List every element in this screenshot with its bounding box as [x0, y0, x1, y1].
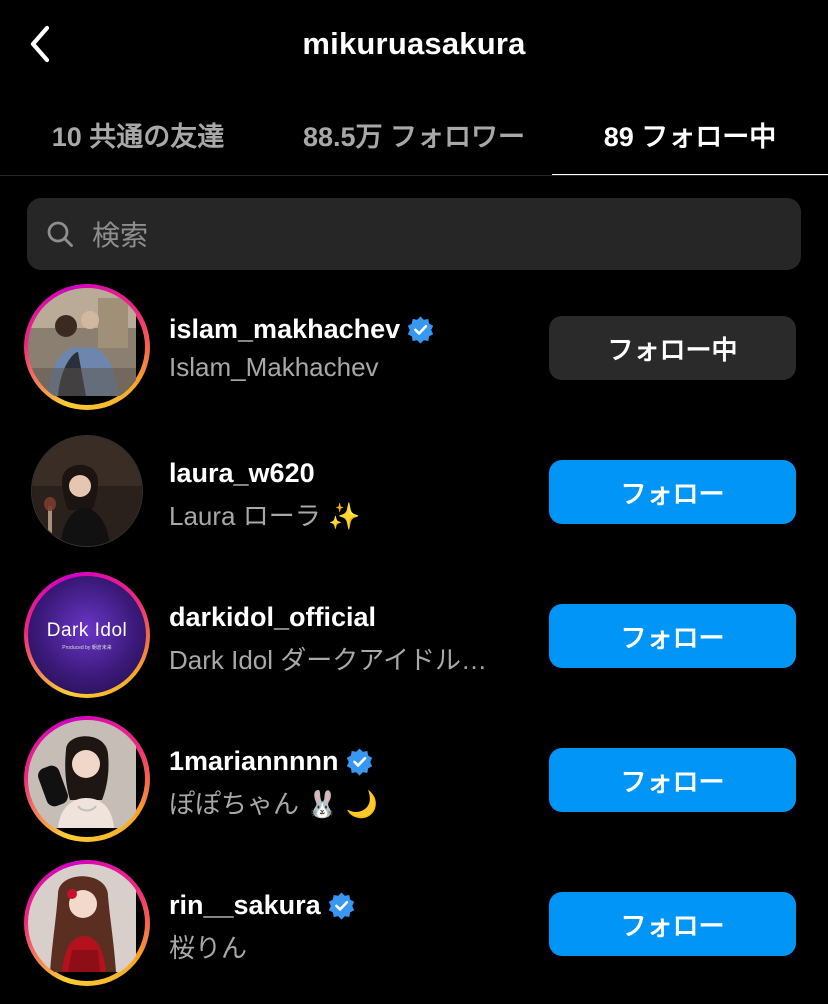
- list-item[interactable]: 1mariannnnn ぽぽちゃん 🐰 🌙 フォロー: [0, 708, 828, 852]
- avatar-photo: [31, 435, 143, 547]
- page-title: mikuruasakura: [302, 26, 526, 61]
- logo-subtext: Produced by 朝倉未来: [62, 644, 112, 651]
- dark-idol-logo: Dark Idol Produced by 朝倉未来: [28, 576, 146, 694]
- verified-badge-icon: [406, 315, 435, 344]
- tab-divider: [0, 175, 828, 176]
- full-name: Islam_Makhachev: [169, 352, 379, 382]
- follow-button[interactable]: フォロー: [549, 892, 796, 956]
- header-bar: mikuruasakura: [0, 0, 828, 92]
- username[interactable]: darkidol_official: [169, 602, 376, 633]
- avatar-photo: [28, 864, 146, 982]
- username[interactable]: islam_makhachev: [169, 314, 400, 345]
- follow-button[interactable]: フォロー: [549, 748, 796, 812]
- avatar[interactable]: Dark Idol Produced by 朝倉未来: [24, 572, 150, 698]
- avatar[interactable]: [24, 860, 150, 986]
- avatar[interactable]: [24, 428, 150, 554]
- tab-followers[interactable]: 88.5万 フォロワー: [276, 92, 552, 176]
- tab-bar: 10 共通の友達 88.5万 フォロワー 89 フォロー中: [0, 92, 828, 176]
- list-item[interactable]: islam_makhachev Islam_Makhachev フォロー中: [0, 276, 828, 420]
- following-button[interactable]: フォロー中: [549, 316, 796, 380]
- username[interactable]: rin__sakura: [169, 890, 321, 921]
- avatar-photo: [28, 720, 146, 838]
- full-name: Laura ローラ ✨: [169, 501, 361, 531]
- search-placeholder: 検索: [92, 220, 149, 251]
- full-name: ぽぽちゃん 🐰 🌙: [169, 789, 379, 819]
- verified-badge-icon: [345, 747, 374, 776]
- full-name: 桜りん: [169, 933, 248, 963]
- username[interactable]: 1mariannnnn: [169, 746, 339, 777]
- tab-following[interactable]: 89 フォロー中: [552, 92, 828, 176]
- full-name: Dark Idol ダークアイドル…: [169, 645, 487, 675]
- list-item[interactable]: Dark Idol Produced by 朝倉未来 darkidol_offi…: [0, 564, 828, 708]
- list-item[interactable]: laura_w620 Laura ローラ ✨ フォロー: [0, 420, 828, 564]
- search-input[interactable]: 検索: [27, 198, 801, 270]
- search-icon: [46, 220, 74, 248]
- avatar-photo: [28, 288, 146, 406]
- avatar[interactable]: [24, 716, 150, 842]
- verified-badge-icon: [327, 891, 356, 920]
- username[interactable]: laura_w620: [169, 458, 315, 489]
- logo-text: Dark Idol: [46, 619, 128, 641]
- tab-mutual-friends[interactable]: 10 共通の友達: [0, 92, 276, 176]
- avatar[interactable]: [24, 284, 150, 410]
- list-item[interactable]: rin__sakura 桜りん フォロー: [0, 852, 828, 996]
- follow-button[interactable]: フォロー: [549, 460, 796, 524]
- follow-button[interactable]: フォロー: [549, 604, 796, 668]
